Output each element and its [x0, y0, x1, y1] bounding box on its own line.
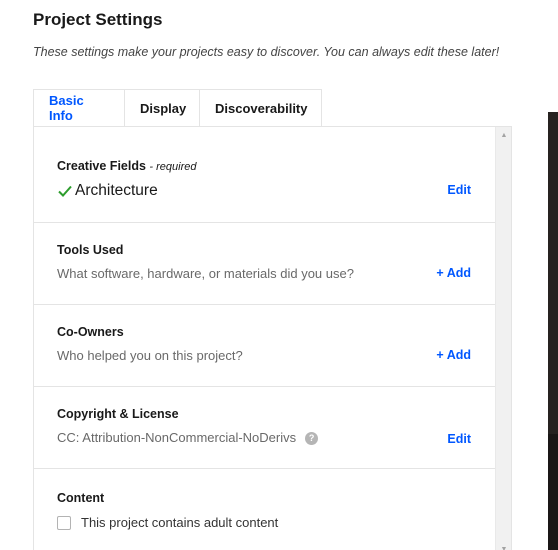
scroll-up-arrow[interactable]: ▲: [496, 129, 511, 143]
scroll-down-arrow[interactable]: ▼: [496, 543, 511, 550]
required-note: - required: [149, 161, 197, 173]
edit-license-button[interactable]: Edit: [447, 432, 471, 446]
creative-fields-section: Creative Fields - required Architecture …: [34, 127, 496, 223]
copyright-description: CC: Attribution-NonCommercial-NoDerivs?: [57, 430, 319, 445]
info-icon[interactable]: ?: [305, 432, 319, 445]
add-tools-button[interactable]: + Add: [436, 266, 471, 280]
co-owners-label: Co-Owners: [57, 325, 124, 339]
edit-creative-fields-button[interactable]: Edit: [447, 183, 471, 197]
co-owners-section: Co-Owners Who helped you on this project…: [34, 305, 496, 387]
tab-basic-info[interactable]: Basic Info: [33, 89, 125, 127]
background-edge: [548, 0, 558, 550]
creative-fields-label: Creative Fields - required: [57, 159, 197, 173]
creative-field-value: Architecture: [57, 182, 158, 200]
adult-content-label: This project contains adult content: [81, 515, 279, 530]
tools-used-label: Tools Used: [57, 243, 124, 257]
adult-content-row: This project contains adult content: [57, 515, 278, 530]
check-icon: [58, 185, 72, 197]
tab-discoverability[interactable]: Discoverability: [200, 89, 322, 127]
settings-panel: Creative Fields - required Architecture …: [33, 126, 512, 550]
background-image-edge: [548, 112, 558, 434]
content-section: Content: [34, 469, 496, 550]
tools-used-description: What software, hardware, or materials di…: [57, 266, 354, 281]
tools-used-section: Tools Used What software, hardware, or m…: [34, 223, 496, 305]
copyright-section: Copyright & License CC: Attribution-NonC…: [34, 387, 496, 469]
content-label: Content: [57, 491, 105, 505]
add-co-owner-button[interactable]: + Add: [436, 348, 471, 362]
creative-fields-title: Creative Fields: [57, 159, 146, 173]
page-subtitle: These settings make your projects easy t…: [33, 45, 500, 59]
co-owners-description: Who helped you on this project?: [57, 348, 243, 363]
background-image-edge-lower: [548, 434, 558, 550]
panel-scrollbar[interactable]: ▲ ▼: [495, 127, 511, 550]
adult-content-checkbox[interactable]: [57, 515, 71, 530]
settings-tabs: Basic Info Display Discoverability: [33, 89, 322, 127]
copyright-label: Copyright & License: [57, 407, 179, 421]
tab-display[interactable]: Display: [125, 89, 200, 127]
page-title: Project Settings: [33, 10, 163, 29]
creative-field-text: Architecture: [75, 182, 158, 199]
license-text: CC: Attribution-NonCommercial-NoDerivs: [57, 430, 297, 445]
